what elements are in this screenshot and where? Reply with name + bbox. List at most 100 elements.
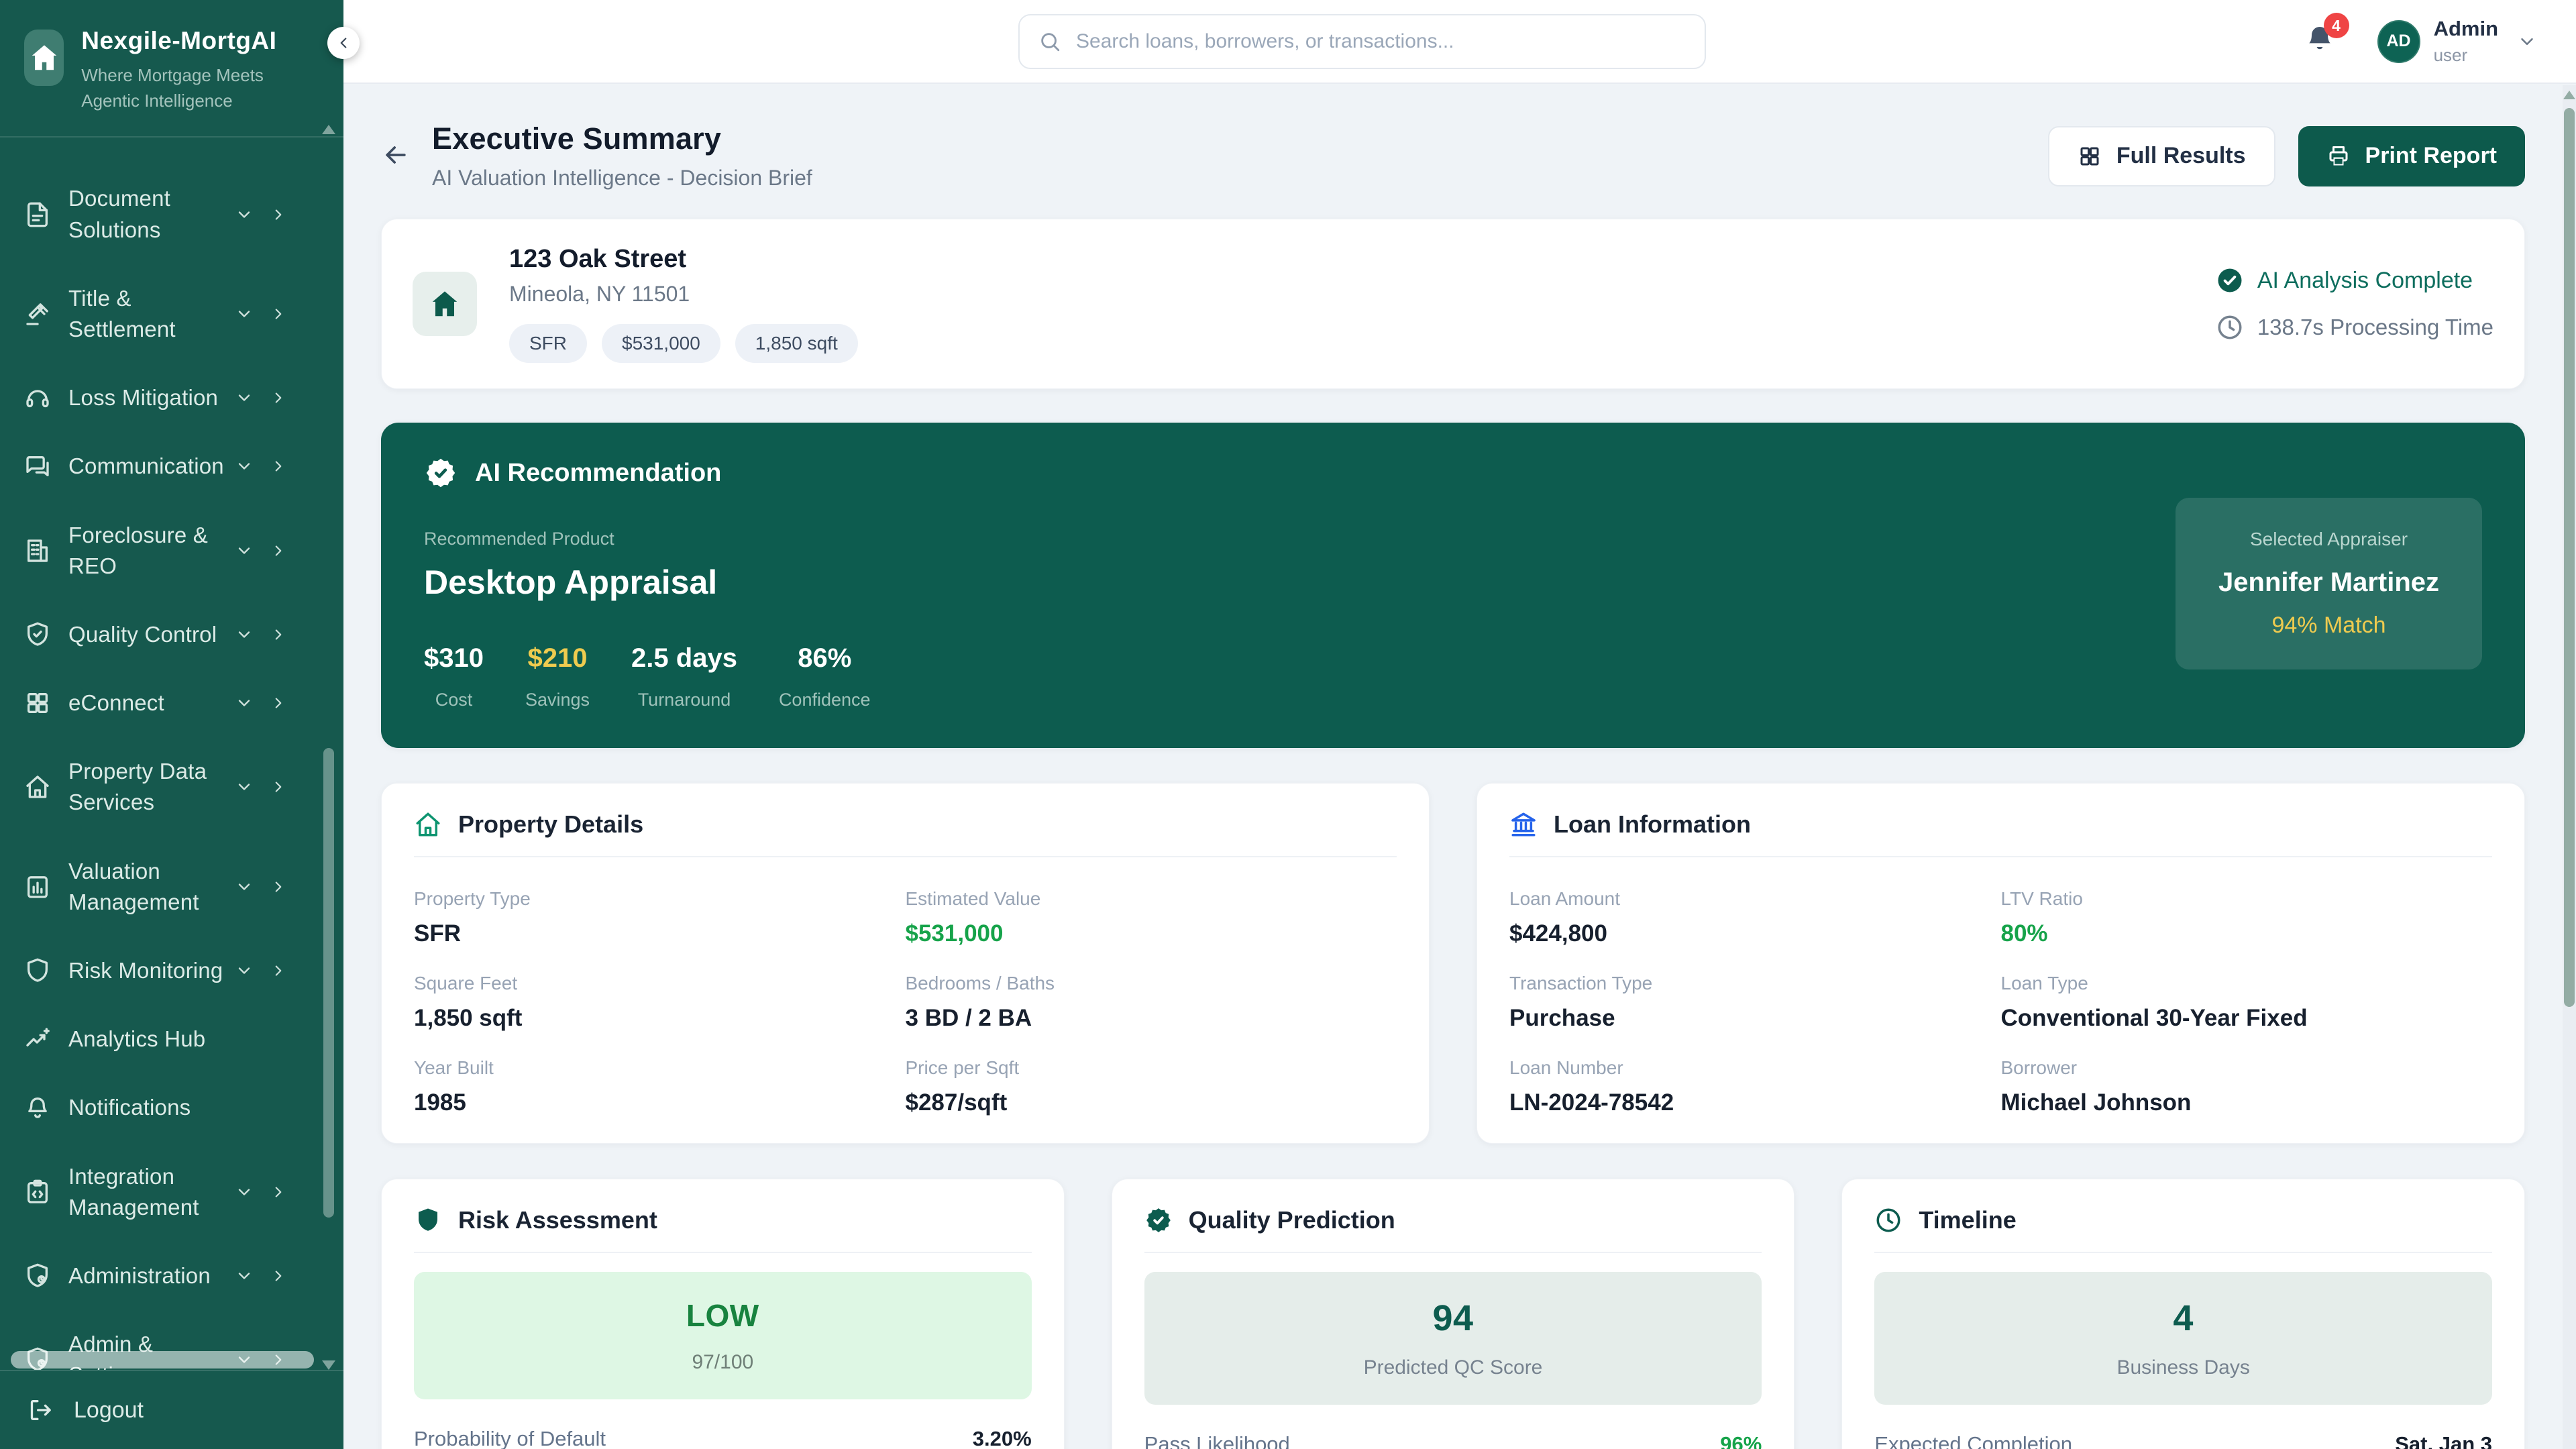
brand-tagline: Where Mortgage Meets Agentic Intelligenc… [81, 65, 264, 111]
property-chip: SFR [509, 324, 587, 363]
shield-icon [24, 957, 51, 984]
sidebar-menu: Document Solutions Title & Settlement Loss… [0, 138, 343, 1370]
recommended-product-label: Recommended Product [424, 529, 614, 549]
full-results-label: Full Results [2116, 143, 2246, 168]
risk-assessment-title: Risk Assessment [458, 1206, 657, 1234]
chevron-right-icon [270, 305, 287, 323]
sidebar-horizontal-scrollbar[interactable] [11, 1351, 314, 1368]
sidebar-item-title-settlement[interactable]: Title & Settlement [24, 264, 287, 364]
sidebar-item-label: Notifications [68, 1095, 191, 1120]
sidebar-item-risk-monitoring[interactable]: Risk Monitoring [24, 936, 287, 1005]
grid-icon [24, 690, 51, 716]
sidebar-item-loss-mitigation[interactable]: Loss Mitigation [24, 364, 287, 432]
recommendation-stats: $310 Cost $210 Savings 2.5 days Turnaround 86%… [424, 643, 2176, 710]
quality-prediction-card: Quality Prediction 94 Predicted QC Score… [1111, 1179, 1795, 1449]
chevron-right-icon [270, 1267, 287, 1285]
field-value: $531,000 [905, 920, 1004, 947]
field-value: 1,850 sqft [414, 1005, 523, 1031]
sidebar-item-administration[interactable]: Administration [24, 1242, 287, 1310]
field-value: 80% [2000, 920, 2048, 947]
sidebar-scrollbar-thumb[interactable] [323, 748, 334, 1218]
metric-row-probability-of-default: Probability of Default 3.20% [414, 1410, 1032, 1449]
sidebar-item-analytics-hub[interactable]: Analytics Hub [24, 1005, 287, 1073]
scroll-down-icon[interactable] [322, 1360, 335, 1370]
sidebar-vertical-scrollbar[interactable] [322, 125, 335, 1370]
sidebar-item-communication[interactable]: Communication [24, 432, 287, 500]
sidebar-item-document-solutions[interactable]: Document Solutions [24, 164, 287, 264]
back-button[interactable] [381, 140, 413, 172]
field-label: Property Type [414, 888, 531, 909]
page-scrollbar-thumb[interactable] [2564, 108, 2575, 1007]
chevron-down-icon [235, 541, 254, 560]
stat-label: Turnaround [637, 690, 731, 710]
risk-level: LOW [686, 1298, 759, 1333]
property-details-card: Property Details Property Type SFR Estimat… [381, 783, 1430, 1144]
property-address: 123 Oak Street [509, 245, 687, 273]
chevron-right-icon [270, 694, 287, 712]
clock-icon [1874, 1206, 1902, 1234]
search-bar[interactable] [1018, 13, 1706, 69]
content: Executive Summary AI Valuation Intellige… [343, 84, 2576, 1449]
metric-value: 3.20% [972, 1427, 1032, 1449]
field-label: Transaction Type [1509, 973, 1653, 994]
notifications-button[interactable]: 4 [2304, 13, 2349, 59]
full-results-button[interactable]: Full Results [2047, 125, 2275, 186]
quality-prediction-title: Quality Prediction [1188, 1206, 1395, 1234]
chart-clipboard-icon [24, 873, 51, 900]
sidebar-item-quality-control[interactable]: Quality Control [24, 600, 287, 669]
sidebar-item-property-data-services[interactable]: Property Data Services [24, 737, 287, 837]
page-scrollbar[interactable] [2563, 85, 2576, 1449]
timeline-days: 4 [2173, 1298, 2194, 1338]
metric-value: Sat, Jan 3 [2395, 1432, 2492, 1449]
sidebar-item-foreclosure-reo[interactable]: Foreclosure & REO [24, 501, 287, 600]
recommended-product: Desktop Appraisal [424, 564, 718, 601]
field-label: Borrower [2000, 1057, 2078, 1078]
qc-score-box: 94 Predicted QC Score [1144, 1272, 1762, 1405]
user-menu-chevron-icon[interactable] [2517, 32, 2537, 52]
sidebar-item-label: Integration Management [68, 1163, 199, 1220]
metric-row-expected-completion: Expected Completion Sat, Jan 3 [1874, 1415, 2492, 1449]
search-input[interactable] [1076, 30, 1686, 53]
user-meta: Admin user [2434, 17, 2498, 66]
sidebar-collapse-button[interactable] [327, 27, 360, 59]
metric-row-pass-likelihood: Pass Likelihood 96% [1144, 1415, 1762, 1449]
selected-appraiser-box: Selected Appraiser Jennifer Martinez 94%… [2176, 497, 2482, 669]
sidebar-item-valuation-management[interactable]: Valuation Management [24, 837, 287, 936]
chat-icon [24, 453, 51, 480]
property-banner: 123 Oak Street Mineola, NY 11501 SFR $531… [381, 219, 2525, 389]
check-circle-icon [2216, 266, 2244, 294]
appraiser-name: Jennifer Martinez [2218, 567, 2439, 597]
field-square-feet: Square Feet 1,850 sqft [414, 973, 906, 1032]
ai-recommendation-card: AI Recommendation Recommended Product De… [381, 423, 2525, 748]
sidebar-item-notifications[interactable]: Notifications [24, 1073, 287, 1142]
scroll-up-icon[interactable] [2563, 91, 2575, 99]
field-value: Purchase [1509, 1005, 1615, 1031]
grid-icon [2078, 144, 2102, 168]
stat-label: Cost [435, 690, 473, 710]
stat-value: $210 [527, 643, 588, 673]
field-value: 1985 [414, 1089, 466, 1116]
property-details-fields: Property Type SFR Estimated Value $531,000 S… [414, 888, 1397, 1116]
chevron-right-icon [270, 778, 287, 796]
stat-label: Savings [525, 690, 590, 710]
timeline-days-box: 4 Business Days [1874, 1272, 2492, 1405]
appraiser-match: 94% Match [2271, 612, 2386, 638]
avatar[interactable]: AD [2377, 19, 2420, 63]
bank-icon [1509, 810, 1538, 839]
sidebar-item-econnect[interactable]: eConnect [24, 669, 287, 737]
field-ltv-ratio: LTV Ratio 80% [2001, 888, 2493, 947]
scroll-up-icon[interactable] [322, 125, 335, 134]
field-value: $424,800 [1509, 920, 1607, 947]
loan-information-fields: Loan Amount $424,800 LTV Ratio 80% Transacti… [1509, 888, 2492, 1116]
logout-button[interactable]: Logout [0, 1370, 343, 1449]
shield-check-icon [24, 621, 51, 648]
chevron-right-icon [270, 458, 287, 475]
field-loan-number: Loan Number LN-2024-78542 [1509, 1057, 2001, 1116]
field-label: Loan Amount [1509, 888, 1621, 909]
clipboard-code-icon [24, 1179, 51, 1205]
chevron-down-icon [235, 305, 254, 323]
shield-user-icon [24, 1263, 51, 1289]
sidebar-item-integration-management[interactable]: Integration Management [24, 1142, 287, 1242]
print-report-button[interactable]: Print Report [2298, 125, 2525, 186]
stat-value: $310 [424, 643, 484, 673]
